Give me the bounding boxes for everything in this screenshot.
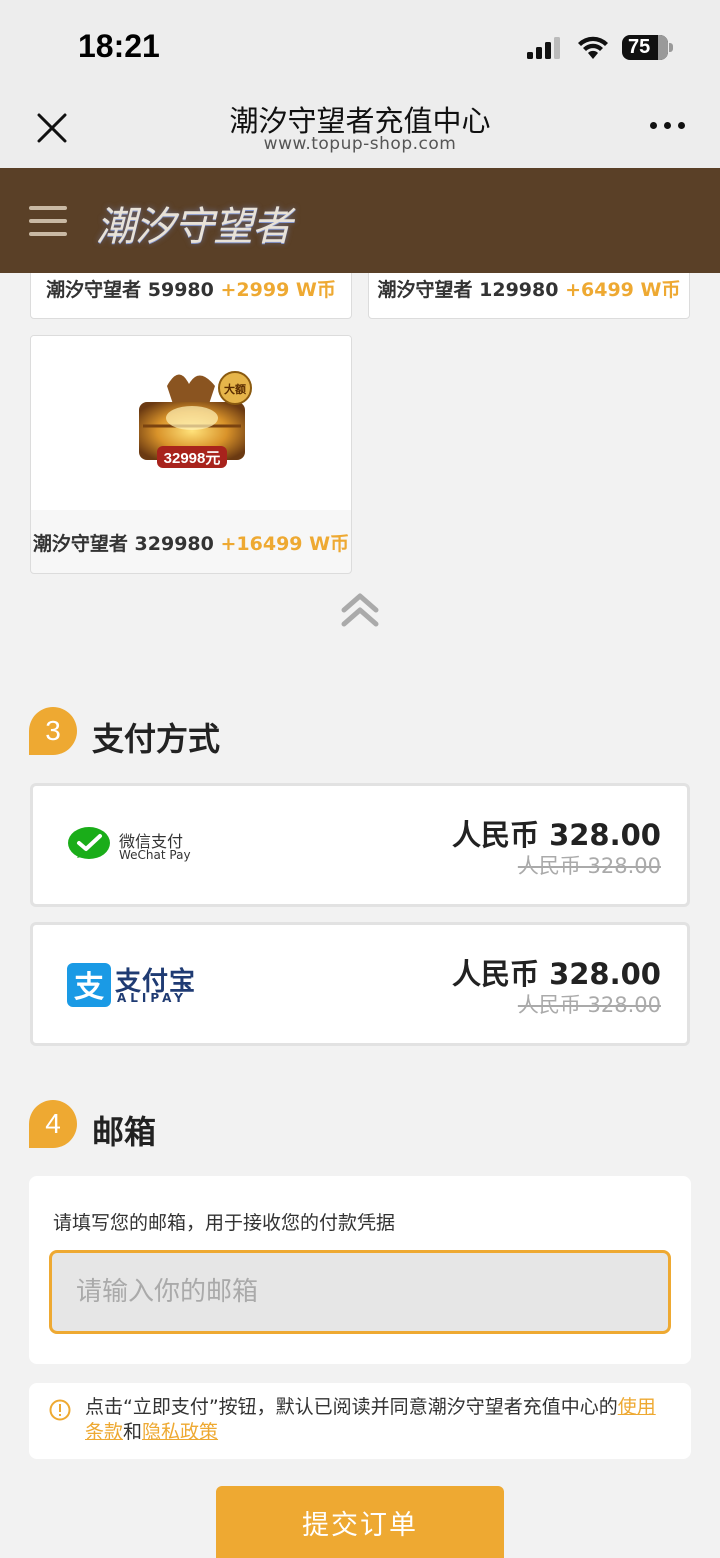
alipay-label-en: ALIPAY [117,991,187,1005]
section-title-payment: 支付方式 [92,720,221,758]
step-badge-4: 4 [29,1100,77,1148]
wifi-icon [578,36,608,59]
site-header: 潮汐守望者 [0,168,720,273]
wechat-pay-label-en: WeChat Pay [119,848,191,862]
email-panel: 请填写您的邮箱，用于接收您的付款凭据 [29,1176,691,1364]
submit-order-button[interactable]: 提交订单 [216,1486,504,1558]
section-title-email: 邮箱 [92,1113,157,1151]
menu-icon[interactable] [29,206,67,236]
chest-badge: 大额 [224,382,246,396]
notice-text: 点击“立即支付”按钮，默认已阅读并同意潮汐守望者充值中心的使用条款和隐私政策 [85,1395,671,1445]
product-bonus: +6499 W币 [565,279,681,301]
wechat-original-price: 人民币 328.00 [517,854,661,878]
chest-price-tag: 32998元 [164,450,221,467]
notice-connector: 和 [123,1421,143,1443]
product-image-area: 32998元 大额 [31,336,351,510]
page-url: www.topup-shop.com [263,134,457,154]
alipay-original-price: 人民币 328.00 [517,993,661,1017]
status-time: 18:21 [78,28,160,64]
site-logo[interactable]: 潮汐守望者 [96,194,292,252]
wechat-price: 人民币 328.00 [451,818,661,852]
wechat-pay-icon [68,827,110,859]
product-bonus: +16499 W币 [220,533,350,555]
product-card-329980[interactable]: 32998元 大额 潮汐守望者 329980 +16499 W币 [30,335,352,574]
product-label: 潮汐守望者 129980 +6499 W币 [369,275,689,302]
battery-level: 75 [628,36,651,58]
email-input[interactable] [49,1250,671,1334]
svg-text:支: 支 [74,970,104,1005]
product-bonus: +2999 W币 [220,279,336,301]
alipay-price: 人民币 328.00 [451,957,661,991]
treasure-chest-icon: 32998元 大额 [139,371,252,468]
cellular-signal-icon [527,37,560,59]
webview-nav-bar: 潮汐守望者充值中心 www.topup-shop.com [0,90,720,168]
product-label: 潮汐守望者 59980 +2999 W币 [31,275,351,302]
product-label: 潮汐守望者 329980 +16499 W币 [31,529,351,556]
alipay-icon: 支 [67,963,111,1007]
step-badge-3: 3 [29,707,77,755]
collapse-chevron-icon[interactable] [340,590,380,630]
payment-option-wechat[interactable]: 微信支付 WeChat Pay 人民币 328.00 人民币 328.00 [30,783,690,907]
privacy-link[interactable]: 隐私政策 [142,1421,218,1443]
payment-option-alipay[interactable]: 支 支付宝 ALIPAY 人民币 328.00 人民币 328.00 [30,922,690,1046]
product-name: 潮汐守望者 129980 [377,279,559,301]
product-name: 潮汐守望者 329980 [32,533,214,555]
battery-icon: 75 [622,35,668,60]
battery-tip [669,43,673,52]
notice-body: 点击“立即支付”按钮，默认已阅读并同意潮汐守望者充值中心的 [85,1396,618,1418]
status-bar: 18:21 75 [0,0,720,90]
email-hint: 请填写您的邮箱，用于接收您的付款凭据 [53,1212,396,1234]
product-name: 潮汐守望者 59980 [46,279,214,301]
more-options-icon[interactable] [650,122,686,132]
info-icon [49,1399,71,1421]
agreement-notice: 点击“立即支付”按钮，默认已阅读并同意潮汐守望者充值中心的使用条款和隐私政策 [29,1383,691,1459]
